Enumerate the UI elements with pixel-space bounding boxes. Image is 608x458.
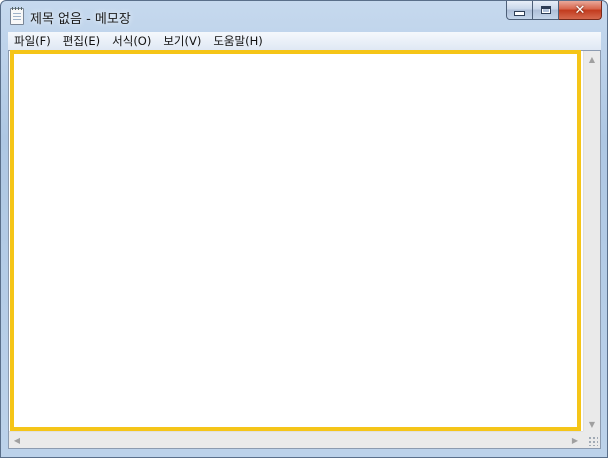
menu-view[interactable]: 보기(V) [157, 33, 207, 49]
resize-grip-icon[interactable] [583, 431, 600, 448]
minimize-icon [514, 10, 525, 16]
window-title: 제목 없음 - 메모장 [30, 12, 131, 27]
close-button[interactable]: ✕ [559, 1, 602, 20]
menu-file[interactable]: 파일(F) [8, 33, 57, 49]
scroll-up-icon[interactable]: ▲ [584, 51, 600, 67]
vertical-scrollbar[interactable]: ▲ ▼ [583, 51, 600, 432]
menu-help[interactable]: 도움말(H) [207, 33, 268, 49]
close-icon: ✕ [574, 2, 586, 18]
menu-edit[interactable]: 편집(E) [57, 33, 106, 49]
editor-frame: ▲ ▼ ◀ ▶ [8, 50, 601, 449]
scroll-down-icon[interactable]: ▼ [584, 416, 600, 432]
notepad-icon[interactable] [10, 7, 24, 25]
window-controls: ✕ [506, 1, 602, 21]
notepad-window: 제목 없음 - 메모장 ✕ 파일(F) 편집(E) 서식(O) 보기(V) 도움… [0, 0, 608, 458]
title-bar[interactable]: 제목 없음 - 메모장 ✕ [1, 1, 607, 31]
maximize-icon [540, 6, 551, 14]
menu-format[interactable]: 서식(O) [106, 33, 157, 49]
menu-bar: 파일(F) 편집(E) 서식(O) 보기(V) 도움말(H) [8, 32, 601, 50]
text-caret [12, 55, 13, 68]
text-editor[interactable] [9, 51, 583, 432]
maximize-button[interactable] [533, 1, 559, 20]
scroll-left-icon[interactable]: ◀ [9, 432, 25, 448]
minimize-button[interactable] [506, 1, 533, 20]
horizontal-scrollbar[interactable]: ◀ ▶ [9, 431, 583, 448]
scroll-right-icon[interactable]: ▶ [567, 432, 583, 448]
